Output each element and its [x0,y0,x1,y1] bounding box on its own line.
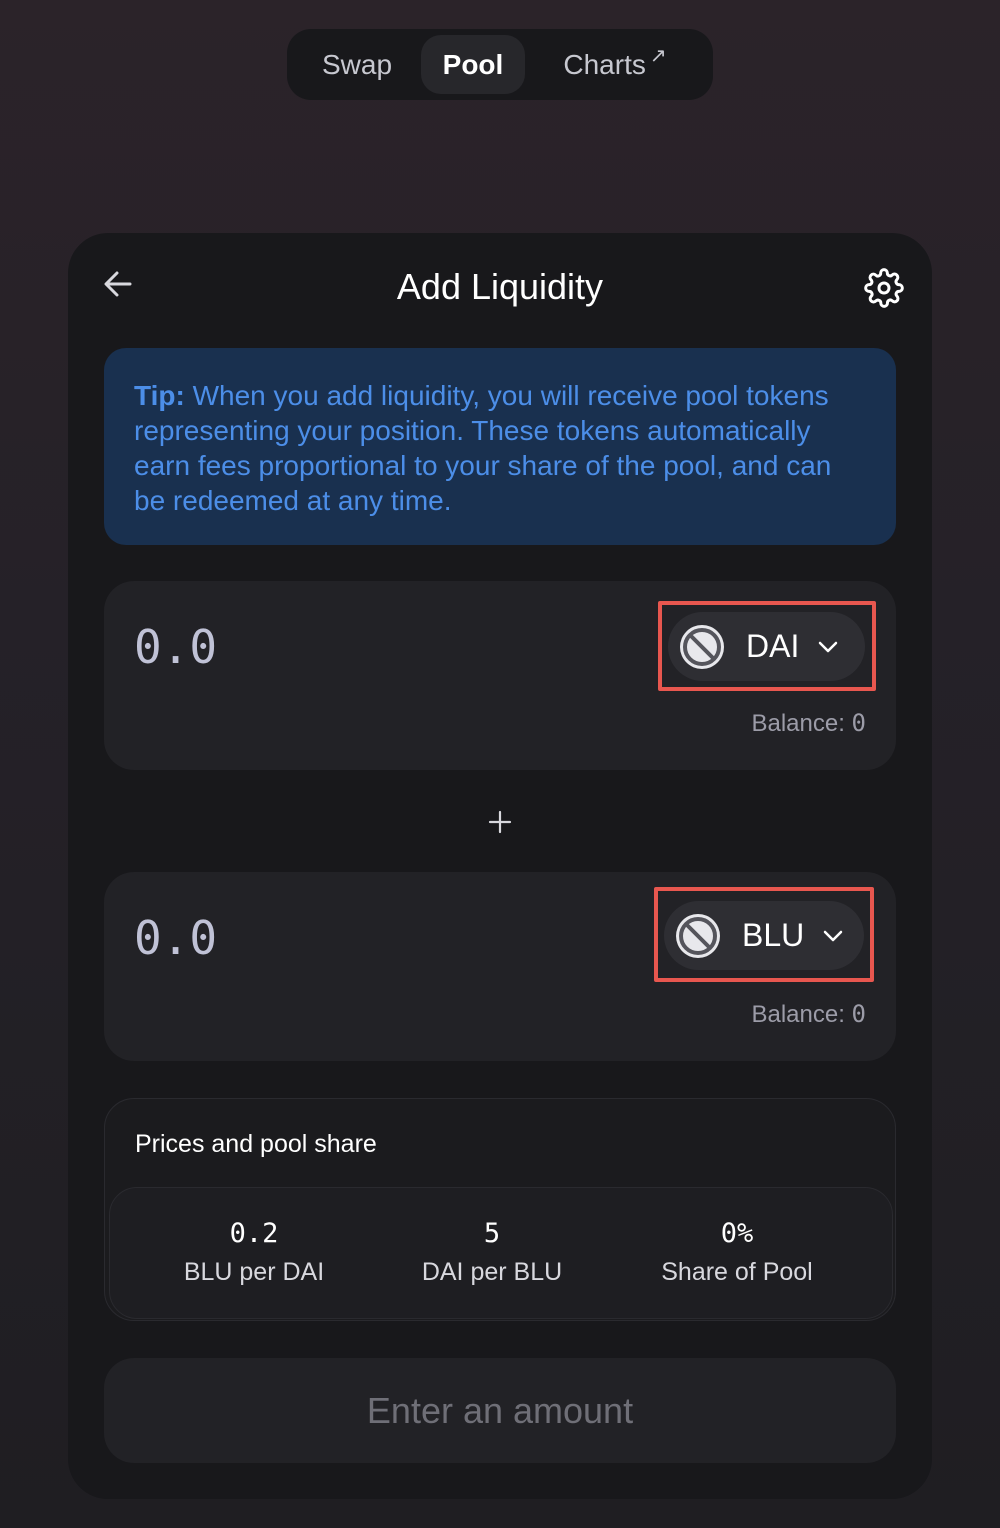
page-title: Add Liquidity [396,266,604,307]
price-label: Share of Pool [661,1258,813,1286]
page: Swap Pool Charts ↗ Add Liquidity Tip: Whe… [0,0,1000,1528]
tab-swap[interactable]: Swap [293,35,421,94]
price-label: DAI per BLU [421,1258,563,1286]
balance-text-b: Balance: 0 [751,1000,866,1028]
plus-icon [488,810,512,834]
currency-input-panel-a: DAI Balance: 0 [104,581,896,770]
chevron-down-icon [824,930,843,941]
tab-charts[interactable]: Charts ↗ [525,35,705,94]
prices-title: Prices and pool share [135,1130,377,1158]
top-nav: Swap Pool Charts ↗ [287,29,713,100]
currency-input-panel-b: BLU Balance: 0 [104,872,896,1061]
unknown-token-icon [680,624,724,669]
unknown-token-icon [676,913,720,958]
price-item-dai-per-blu: 5 DAI per BLU [372,1218,612,1287]
enter-amount-button[interactable]: Enter an amount [104,1358,896,1463]
tip-box: Tip: When you add liquidity, you will re… [104,348,896,545]
card-header: Add Liquidity [68,233,932,343]
token-select-button-a[interactable]: DAI [668,612,865,681]
prices-grid: 0.2 BLU per DAI 5 DAI per BLU 0% Share o… [109,1187,893,1319]
external-link-icon: ↗ [649,45,667,67]
chevron-down-icon [819,641,838,652]
price-label: BLU per DAI [183,1258,325,1286]
price-value: 5 [483,1218,501,1249]
gear-icon[interactable] [864,268,904,308]
price-item-share-of-pool: 0% Share of Pool [617,1218,857,1287]
tip-prefix: Tip: [134,380,185,411]
token-symbol: BLU [742,917,805,953]
amount-input-b[interactable] [134,910,534,966]
tab-pool[interactable]: Pool [421,35,525,94]
token-select-button-b[interactable]: BLU [664,901,864,970]
amount-input-a[interactable] [134,619,534,675]
add-liquidity-card: Add Liquidity Tip: When you add liquidit… [68,233,932,1499]
price-item-blu-per-dai: 0.2 BLU per DAI [134,1218,374,1287]
token-symbol: DAI [746,628,800,664]
price-value: 0.2 [229,1218,279,1249]
tip-text: When you add liquidity, you will receive… [134,380,832,516]
balance-text-a: Balance: 0 [751,709,866,737]
prices-and-pool-share: Prices and pool share 0.2 BLU per DAI 5 … [104,1098,896,1321]
price-value: 0% [720,1218,754,1249]
